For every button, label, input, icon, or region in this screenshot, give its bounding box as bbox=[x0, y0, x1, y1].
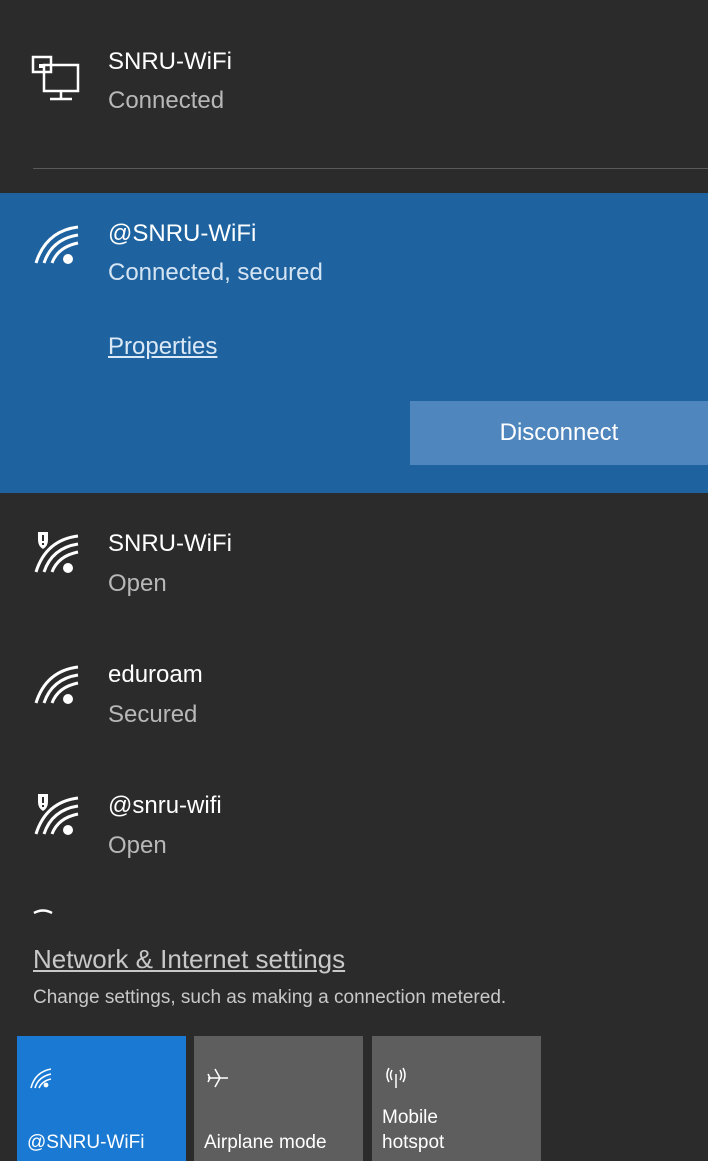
network-internet-settings-link[interactable]: Network & Internet settings bbox=[33, 944, 345, 975]
quick-action-wifi[interactable]: @SNRU-WiFi bbox=[17, 1036, 186, 1161]
network-item-snru-wifi[interactable]: SNRU-WiFi Open bbox=[0, 503, 708, 635]
wifi-icon bbox=[30, 1068, 52, 1089]
ethernet-name: SNRU-WiFi bbox=[108, 48, 232, 75]
tile-label-line2: hotspot bbox=[382, 1132, 445, 1153]
network-item-snru-wifi-lower[interactable]: @snru-wifi Open bbox=[0, 765, 708, 897]
quick-action-mobile-hotspot[interactable]: Mobile hotspot bbox=[372, 1036, 541, 1161]
network-name: @SNRU-WiFi bbox=[108, 220, 257, 247]
wifi-open-warning-icon bbox=[34, 532, 79, 573]
ethernet-status: Connected bbox=[108, 87, 225, 114]
network-flyout: SNRU-WiFi Connected @SNRU-WiFi Connected… bbox=[0, 0, 708, 1161]
settings-description: Change settings, such as making a connec… bbox=[33, 987, 507, 1008]
network-status: Open bbox=[108, 570, 167, 597]
connected-network-item[interactable]: @SNRU-WiFi Connected, secured Properties… bbox=[0, 193, 708, 493]
disconnect-button[interactable]: Disconnect bbox=[410, 401, 708, 465]
network-item-eduroam[interactable]: eduroam Secured bbox=[0, 634, 708, 766]
wifi-signal-icon bbox=[34, 665, 79, 704]
ethernet-connection-row[interactable]: SNRU-WiFi Connected bbox=[0, 0, 708, 150]
tile-label: @SNRU-WiFi bbox=[27, 1132, 145, 1153]
tile-label: Airplane mode bbox=[204, 1132, 327, 1153]
wifi-signal-icon bbox=[34, 225, 79, 264]
network-name: @snru-wifi bbox=[108, 792, 222, 819]
airplane-icon bbox=[207, 1068, 228, 1088]
mobile-hotspot-icon bbox=[386, 1067, 406, 1088]
tile-label: Mobile hotspot bbox=[382, 1105, 444, 1155]
partial-network-icon bbox=[33, 909, 53, 915]
network-name: eduroam bbox=[108, 661, 203, 688]
tile-label-line1: Mobile bbox=[382, 1107, 438, 1128]
ethernet-icon bbox=[31, 55, 80, 101]
network-status: Secured bbox=[108, 701, 198, 728]
network-status: Connected, secured bbox=[108, 259, 323, 286]
wifi-open-warning-icon bbox=[34, 794, 79, 835]
divider bbox=[33, 168, 708, 169]
properties-link[interactable]: Properties bbox=[108, 333, 217, 361]
network-status: Open bbox=[108, 832, 167, 859]
quick-action-airplane-mode[interactable]: Airplane mode bbox=[194, 1036, 363, 1161]
network-name: SNRU-WiFi bbox=[108, 530, 232, 557]
